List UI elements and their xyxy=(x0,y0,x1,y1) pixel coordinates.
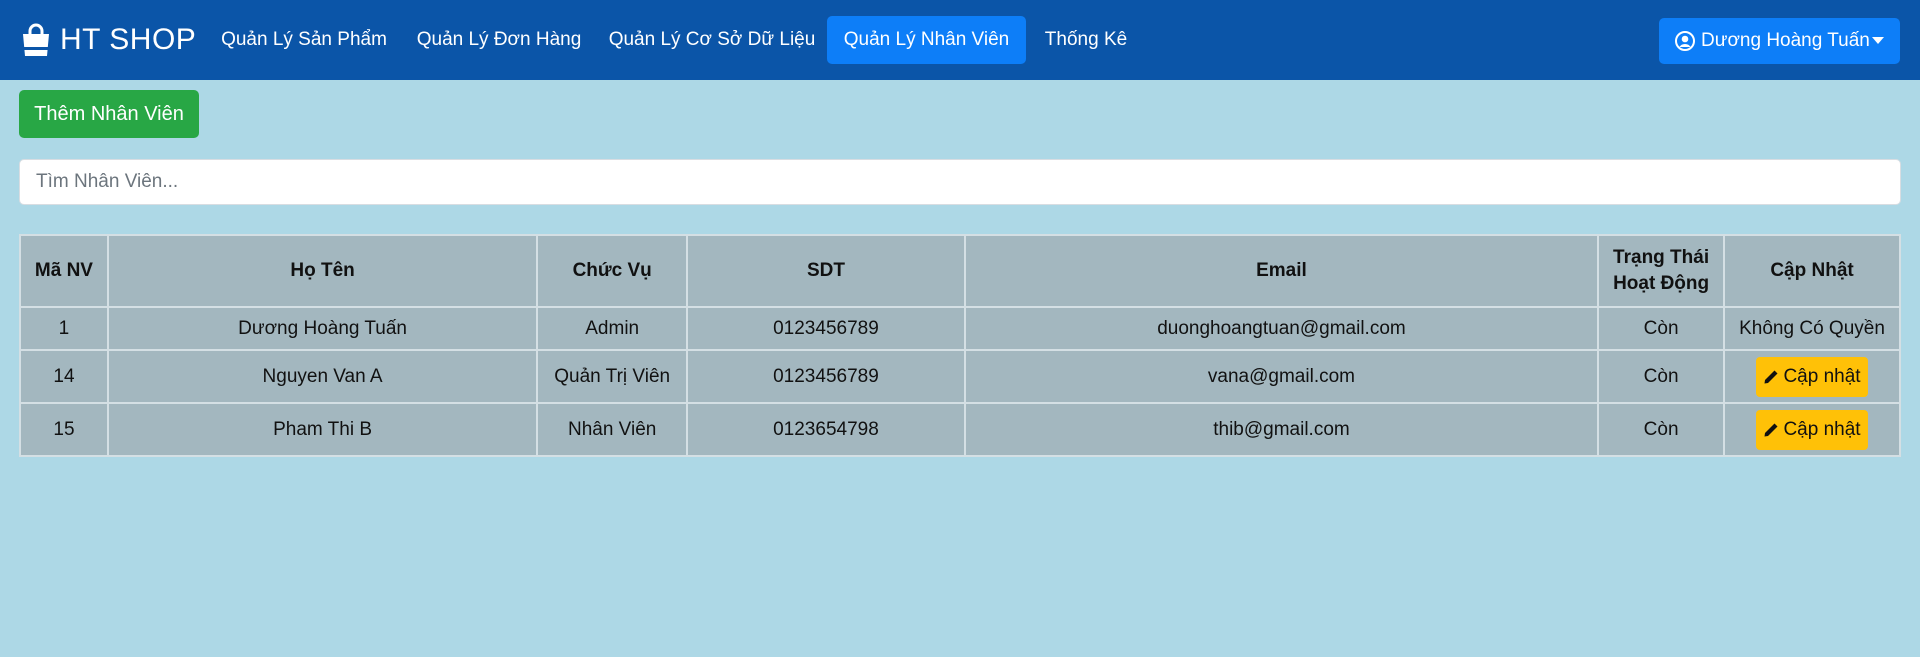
table-row: 1 Dương Hoàng Tuấn Admin 0123456789 duon… xyxy=(19,306,1901,351)
cell-phone: 0123456789 xyxy=(686,306,966,351)
user-name: Dương Hoàng Tuấn xyxy=(1701,30,1870,51)
header-update: Cập Nhật xyxy=(1723,234,1901,308)
table-row: 14 Nguyen Van A Quản Trị Viên 0123456789… xyxy=(19,349,1901,404)
cell-phone: 0123456789 xyxy=(686,349,966,404)
cell-status: Còn xyxy=(1597,349,1726,404)
header-name: Họ Tên xyxy=(106,234,539,308)
update-button-label: Cập nhật xyxy=(1783,418,1861,440)
cell-name: Nguyen Van A xyxy=(106,349,539,404)
add-employee-button[interactable]: Thêm Nhân Viên xyxy=(19,90,199,138)
employee-table: Mã NV Họ Tên Chức Vụ SDT Email Trạng Thá… xyxy=(19,234,1901,457)
cell-email: thib@gmail.com xyxy=(963,402,1600,457)
table-header-row: Mã NV Họ Tên Chức Vụ SDT Email Trạng Thá… xyxy=(19,234,1901,308)
update-button[interactable]: Cập nhật xyxy=(1756,409,1869,450)
cell-update: Cập nhật xyxy=(1723,349,1901,404)
update-button[interactable]: Cập nhật xyxy=(1756,356,1869,397)
nav-item-products[interactable]: Quản Lý Sản Phẩm xyxy=(212,16,396,64)
brand[interactable]: HT SHOP xyxy=(20,22,196,58)
header-status: Trạng Thái Hoạt Động xyxy=(1597,234,1726,308)
nav-item-statistics[interactable]: Thống Kê xyxy=(1036,16,1136,64)
cell-id: 14 xyxy=(19,349,109,404)
header-email: Email xyxy=(963,234,1600,308)
pencil-icon xyxy=(1764,423,1778,436)
cell-name: Dương Hoàng Tuấn xyxy=(106,306,539,351)
update-button-label: Cập nhật xyxy=(1783,365,1861,387)
cell-email: duonghoangtuan@gmail.com xyxy=(963,306,1600,351)
user-circle-icon xyxy=(1675,31,1695,51)
header-phone: SDT xyxy=(686,234,966,308)
table-row: 15 Pham Thi B Nhân Viên 0123654798 thib@… xyxy=(19,402,1901,457)
cell-role: Admin xyxy=(536,306,689,351)
cell-id: 15 xyxy=(19,402,109,457)
cell-status: Còn xyxy=(1597,402,1726,457)
caret-down-icon xyxy=(1872,37,1884,44)
cell-id: 1 xyxy=(19,306,109,351)
cell-update: Cập nhật xyxy=(1723,402,1901,457)
cell-role: Nhân Viên xyxy=(536,402,689,457)
nav-item-orders[interactable]: Quản Lý Đơn Hàng xyxy=(406,16,592,64)
cell-no-permission: Không Có Quyền xyxy=(1723,306,1901,351)
cell-name: Pham Thi B xyxy=(106,402,539,457)
cell-phone: 0123654798 xyxy=(686,402,966,457)
employee-search-input[interactable] xyxy=(19,159,1901,205)
cell-status: Còn xyxy=(1597,306,1726,351)
header-id: Mã NV xyxy=(19,234,109,308)
nav-item-database[interactable]: Quản Lý Cơ Sở Dữ Liệu xyxy=(603,16,821,64)
top-navbar: HT SHOP Quản Lý Sản Phẩm Quản Lý Đơn Hàn… xyxy=(0,0,1920,80)
cell-email: vana@gmail.com xyxy=(963,349,1600,404)
shopping-bag-icon xyxy=(23,23,49,56)
brand-name: HT SHOP xyxy=(60,23,197,56)
nav-item-employees[interactable]: Quản Lý Nhân Viên xyxy=(827,16,1026,64)
header-role: Chức Vụ xyxy=(536,234,689,308)
cell-role: Quản Trị Viên xyxy=(536,349,689,404)
user-menu-button[interactable]: Dương Hoàng Tuấn xyxy=(1659,18,1900,64)
pencil-icon xyxy=(1764,370,1778,383)
